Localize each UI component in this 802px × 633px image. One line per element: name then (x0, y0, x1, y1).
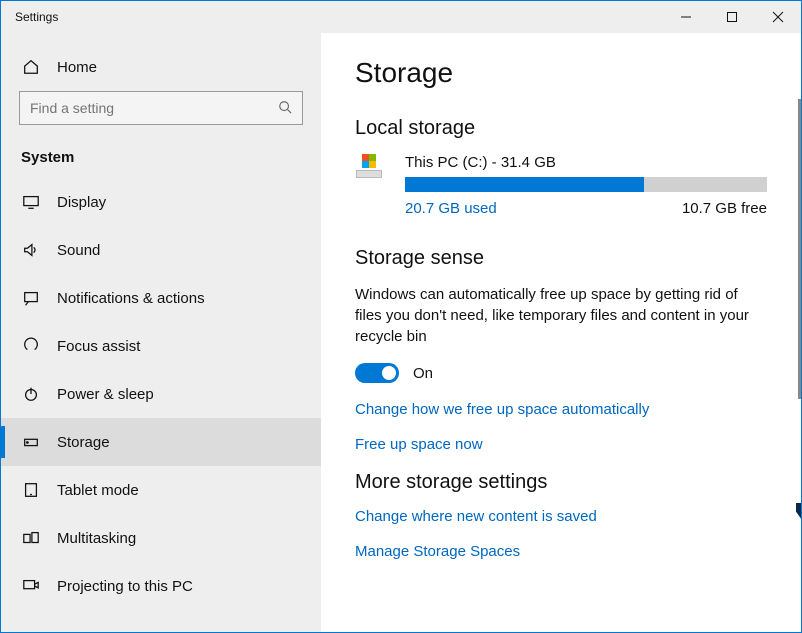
storage-sense-toggle[interactable] (355, 363, 399, 383)
projecting-icon (21, 576, 41, 596)
sidebar-item-notifications[interactable]: Notifications & actions (1, 274, 321, 322)
link-manage-storage-spaces[interactable]: Manage Storage Spaces (355, 543, 767, 560)
scrollbar[interactable] (798, 99, 801, 399)
sidebar-item-tablet-mode[interactable]: Tablet mode (1, 466, 321, 514)
annotation-arrow (796, 503, 801, 563)
storage-used-label[interactable]: 20.7 GB used (405, 200, 497, 217)
page-title: Storage (355, 57, 767, 89)
link-change-free-up[interactable]: Change how we free up space automaticall… (355, 401, 767, 418)
local-storage-heading: Local storage (355, 117, 767, 140)
sidebar-item-label: Projecting to this PC (57, 578, 193, 595)
sidebar-item-label: Power & sleep (57, 386, 154, 403)
main-content: Storage Local storage This PC (C:) - 31.… (321, 33, 801, 632)
tablet-icon (21, 480, 41, 500)
storage-sense-toggle-label: On (413, 365, 433, 382)
power-icon (21, 384, 41, 404)
search-icon (278, 100, 292, 117)
drive-name: This PC (C:) - 31.4 GB (405, 154, 767, 171)
drive-row[interactable]: This PC (C:) - 31.4 GB 20.7 GB used 10.7… (355, 154, 767, 217)
titlebar: Settings (1, 1, 801, 33)
sidebar-section-system: System (1, 143, 321, 178)
sound-icon (21, 240, 41, 260)
sidebar-item-label: Focus assist (57, 338, 140, 355)
storage-bar (405, 177, 767, 192)
sidebar: Home System Display Sound Notifications … (1, 33, 321, 632)
close-button[interactable] (755, 1, 801, 33)
sidebar-item-home[interactable]: Home (1, 51, 321, 91)
sidebar-item-sound[interactable]: Sound (1, 226, 321, 274)
search-field[interactable] (30, 100, 278, 116)
sidebar-item-power-sleep[interactable]: Power & sleep (1, 370, 321, 418)
notifications-icon (21, 288, 41, 308)
multitasking-icon (21, 528, 41, 548)
maximize-button[interactable] (709, 1, 755, 33)
sidebar-item-focus-assist[interactable]: Focus assist (1, 322, 321, 370)
storage-sense-description: Windows can automatically free up space … (355, 284, 767, 347)
storage-sense-heading: Storage sense (355, 247, 767, 270)
storage-sense-toggle-row: On (355, 363, 767, 383)
sidebar-item-storage[interactable]: Storage (1, 418, 321, 466)
link-free-up-now[interactable]: Free up space now (355, 436, 767, 453)
storage-free-label: 10.7 GB free (682, 200, 767, 217)
minimize-button[interactable] (663, 1, 709, 33)
drive-icon (355, 154, 383, 178)
sidebar-item-label: Display (57, 194, 106, 211)
focus-assist-icon (21, 336, 41, 356)
window-controls (663, 1, 801, 33)
display-icon (21, 192, 41, 212)
sidebar-item-label: Multitasking (57, 530, 136, 547)
storage-icon (21, 432, 41, 452)
sidebar-item-label: Sound (57, 242, 100, 259)
sidebar-item-label: Tablet mode (57, 482, 139, 499)
drive-info: This PC (C:) - 31.4 GB 20.7 GB used 10.7… (405, 154, 767, 217)
more-storage-heading: More storage settings (355, 471, 767, 494)
sidebar-item-display[interactable]: Display (1, 178, 321, 226)
sidebar-item-projecting[interactable]: Projecting to this PC (1, 562, 321, 610)
window-title: Settings (15, 10, 58, 24)
sidebar-item-label: Storage (57, 434, 110, 451)
home-icon (21, 57, 41, 77)
search-input[interactable] (19, 91, 303, 125)
storage-bar-fill (405, 177, 644, 192)
sidebar-item-multitasking[interactable]: Multitasking (1, 514, 321, 562)
sidebar-item-label: Notifications & actions (57, 290, 205, 307)
home-label: Home (57, 59, 97, 76)
link-change-save-location[interactable]: Change where new content is saved (355, 508, 767, 525)
